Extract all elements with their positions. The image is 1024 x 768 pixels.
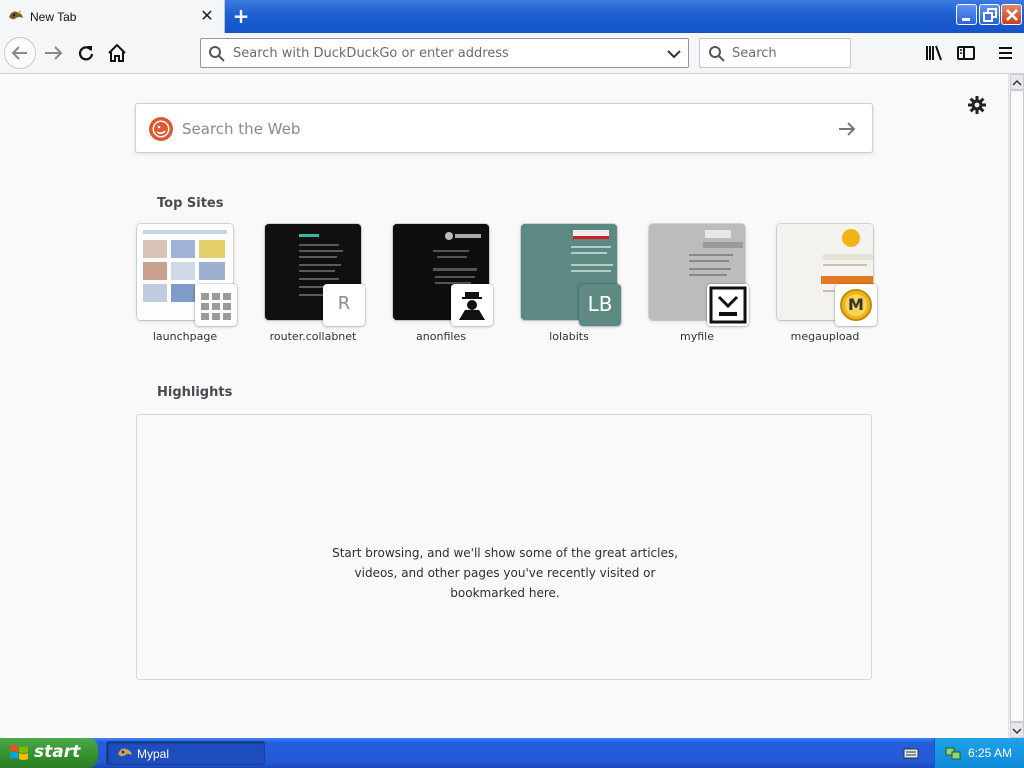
reload-icon: [78, 46, 94, 61]
back-arrow-icon: [11, 46, 27, 60]
top-sites-heading: Top Sites: [157, 196, 224, 211]
top-site-tile[interactable]: M megaupload: [775, 224, 885, 348]
tab-new-tab[interactable]: New Tab ✕: [0, 0, 225, 33]
search-icon: [209, 46, 225, 62]
title-bar: New Tab ✕ +: [0, 0, 1024, 33]
site-badge-anon: [451, 284, 493, 326]
sidebar-button[interactable]: [950, 37, 982, 69]
taskbar-item-mypal[interactable]: Mypal: [106, 741, 265, 765]
site-label: myfile: [680, 330, 714, 343]
highlights-empty-message: Start browsing, and we'll show some of t…: [332, 546, 678, 600]
start-button[interactable]: start: [0, 738, 98, 768]
gear-icon[interactable]: [966, 94, 988, 116]
mypal-app-icon: [118, 748, 132, 757]
new-tab-page: Search the Web Top Sites launchpage R ro…: [0, 74, 1008, 738]
web-search-placeholder: Search the Web: [182, 120, 301, 138]
sidebar-icon: [957, 46, 975, 60]
search-icon: [709, 46, 725, 62]
site-label: lolabits: [549, 330, 589, 343]
close-icon: [1006, 9, 1018, 21]
chevron-down-icon[interactable]: [666, 47, 682, 61]
clock: 6:25 AM: [968, 746, 1013, 760]
site-label: anonfiles: [416, 330, 466, 343]
badge-letter-m: M: [848, 295, 864, 314]
url-bar-placeholder: Search with DuckDuckGo or enter address: [233, 46, 509, 61]
top-site-tile[interactable]: R router.collabnet: [263, 224, 373, 348]
restore-button[interactable]: [979, 4, 1000, 25]
library-icon: [926, 45, 942, 61]
browser-window: New Tab ✕ + Search with DuckDuckGo or en…: [0, 0, 1024, 768]
reload-button[interactable]: [70, 37, 102, 69]
mypal-favicon-icon: [9, 10, 23, 20]
badge-letters-lb: LB: [587, 292, 613, 316]
site-badge-mega: M: [835, 284, 877, 326]
site-badge-letter: LB: [579, 284, 621, 326]
restore-icon: [983, 8, 997, 22]
top-site-tile[interactable]: LB lolabits: [519, 224, 629, 348]
tab-close-icon[interactable]: ✕: [198, 6, 216, 26]
site-label: launchpage: [152, 330, 218, 343]
site-badge-grid: [195, 284, 237, 326]
scrollbar-thumb[interactable]: [1010, 90, 1024, 722]
close-window-button[interactable]: [1001, 4, 1022, 25]
hamburger-menu-icon: [999, 47, 1012, 59]
search-bar[interactable]: Search: [699, 38, 851, 68]
forward-arrow-icon: [45, 46, 63, 60]
anonymous-mask-icon: [451, 284, 493, 326]
scroll-up-arrow-icon[interactable]: [1010, 74, 1024, 90]
grid-icon: [201, 293, 231, 320]
home-icon: [108, 43, 126, 62]
site-badge-letter: R: [323, 284, 365, 326]
network-icon[interactable]: [944, 745, 962, 761]
new-tab-plus-icon[interactable]: +: [230, 5, 252, 27]
site-label: megaupload: [790, 330, 860, 343]
back-button[interactable]: [4, 37, 36, 69]
site-badge-myfile: [707, 284, 749, 326]
scroll-down-arrow-icon[interactable]: [1010, 722, 1024, 738]
library-button[interactable]: [918, 37, 950, 69]
arrow-right-icon[interactable]: [836, 118, 858, 140]
minimize-icon: [962, 18, 970, 21]
highlights-panel: Start browsing, and we'll show some of t…: [136, 414, 872, 680]
highlights-heading: Highlights: [157, 385, 233, 400]
site-label: router.collabnet: [269, 330, 357, 343]
duckduckgo-logo-icon: [149, 117, 173, 141]
top-site-tile[interactable]: launchpage: [135, 224, 245, 348]
badge-letter-r: R: [337, 293, 351, 314]
minimize-button[interactable]: [956, 4, 977, 25]
windows-logo-icon: [10, 745, 28, 760]
navigation-toolbar: Search with DuckDuckGo or enter address …: [0, 33, 1024, 74]
web-search-box[interactable]: Search the Web: [135, 103, 873, 153]
vertical-scrollbar[interactable]: [1008, 74, 1024, 738]
tab-title: New Tab: [30, 10, 77, 24]
keyboard-icon[interactable]: [903, 746, 919, 760]
url-bar[interactable]: Search with DuckDuckGo or enter address: [200, 38, 689, 68]
menu-button[interactable]: [990, 37, 1022, 69]
myfile-logo-icon: [709, 286, 747, 324]
forward-button[interactable]: [38, 37, 70, 69]
taskbar: start Mypal 6:25 AM: [0, 738, 1024, 768]
home-button[interactable]: [101, 37, 133, 69]
top-site-tile[interactable]: myfile: [647, 224, 757, 348]
search-bar-placeholder: Search: [732, 46, 777, 61]
start-label: start: [34, 742, 81, 762]
taskbar-item-label: Mypal: [137, 747, 170, 761]
top-site-tile[interactable]: anonfiles: [391, 224, 501, 348]
system-tray: 6:25 AM: [934, 738, 1024, 768]
